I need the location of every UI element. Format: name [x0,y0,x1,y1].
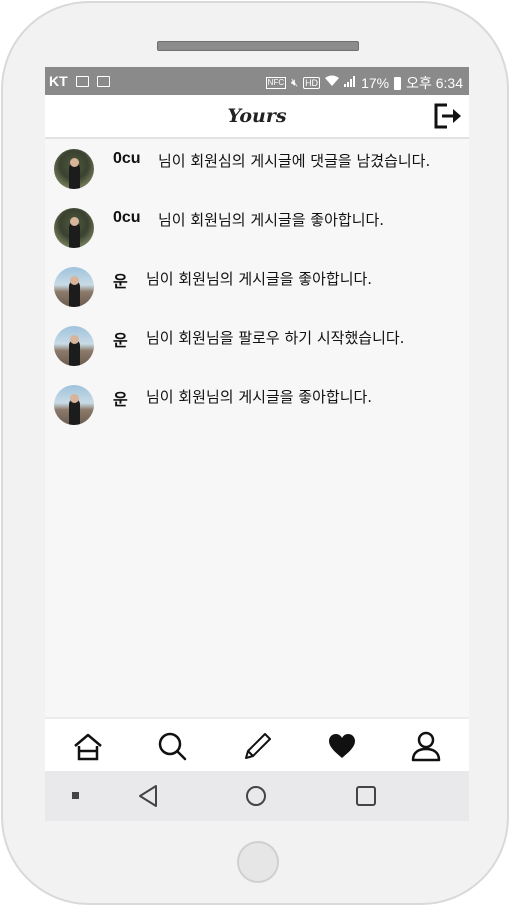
hardware-home-button[interactable] [237,841,279,883]
search-icon[interactable] [155,729,189,763]
heart-icon[interactable] [325,729,359,763]
image-notification-icon [75,75,89,87]
battery-percent: 17% [361,75,390,91]
status-bar: KT NFC 🔇︎ HD 17% 오후 6:34 [45,67,469,95]
username[interactable]: 0cu [113,209,141,227]
bottom-tab-bar [45,717,469,771]
signal-icon [344,75,356,91]
notification-text: 님이 회원님의 게시글을 좋아합니다. [146,388,373,406]
notification-text: 님이 회원심의 게시글에 댓글을 남겼습니다. [158,152,431,170]
username[interactable]: 운 [113,327,128,351]
profile-icon[interactable] [409,729,443,763]
avatar[interactable] [54,208,94,248]
username[interactable]: 운 [113,386,128,410]
username[interactable]: 0cu [113,150,141,168]
mute-icon: 🔇︎ [291,77,299,89]
app-header: Yours [45,95,469,139]
list-item[interactable]: 운 님이 회원님의 게시글을 좋아합니다. [45,259,469,318]
avatar[interactable] [54,326,94,366]
pencil-icon[interactable] [240,729,274,763]
carrier-label: KT [49,73,68,89]
nfc-icon: NFC [265,77,287,89]
notification-text: 님이 회원님의 게시글을 좋아합니다. [158,211,385,229]
list-item[interactable]: 운 님이 회원님의 게시글을 좋아합니다. [45,377,469,436]
battery-icon [394,76,402,90]
wifi-icon [325,75,340,91]
page-title: Yours [227,105,287,127]
back-icon[interactable] [137,784,159,808]
recent-dot [72,792,79,799]
clock: 오후 6:34 [406,75,463,91]
activity-notification-icon [96,75,110,87]
notification-text: 님이 회원님의 게시글을 좋아합니다. [146,270,373,288]
avatar[interactable] [54,149,94,189]
avatar[interactable] [54,267,94,307]
home-icon[interactable] [71,729,105,763]
system-nav-bar [45,771,469,821]
list-item[interactable]: 운 님이 회원님을 팔로우 하기 시작했습니다. [45,318,469,377]
avatar[interactable] [54,385,94,425]
screen: KT NFC 🔇︎ HD 17% 오후 6:34 Yours 0cu 님이 회원… [45,67,469,821]
list-item[interactable]: 0cu 님이 회원심의 게시글에 댓글을 남겼습니다. [45,141,469,200]
username[interactable]: 운 [113,268,128,292]
phone-speaker [157,41,359,51]
hd-icon: HD [303,77,321,89]
notification-text: 님이 회원님을 팔로우 하기 시작했습니다. [146,329,405,347]
overview-icon[interactable] [355,785,377,807]
notification-list: 0cu 님이 회원심의 게시글에 댓글을 남겼습니다. 0cu 님이 회원님의 … [45,141,469,436]
list-item[interactable]: 0cu 님이 회원님의 게시글을 좋아합니다. [45,200,469,259]
logout-icon[interactable] [433,102,463,130]
home-circle-icon[interactable] [245,785,267,807]
